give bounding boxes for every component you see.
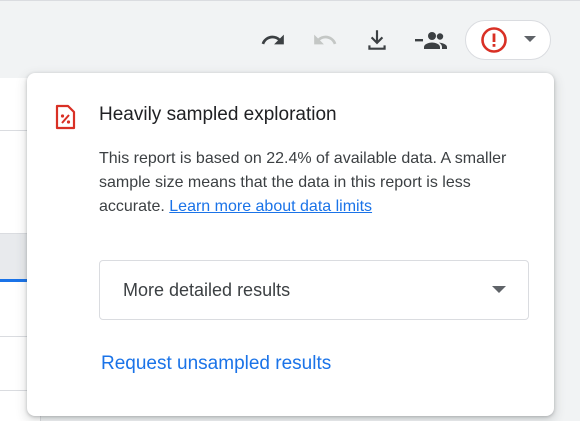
redo-icon [314, 34, 337, 45]
undo-button[interactable] [255, 20, 291, 60]
warning-circle-icon [481, 27, 507, 53]
download-button[interactable] [359, 20, 395, 60]
popover-description: This report is based on 22.4% of availab… [99, 147, 519, 219]
top-border [0, 0, 580, 1]
download-icon [368, 30, 386, 50]
request-unsampled-button[interactable]: Request unsampled results [101, 353, 331, 375]
selected-row-highlight [0, 234, 30, 280]
sampling-info-popover: Heavily sampled exploration This report … [27, 73, 554, 416]
sampled-data-icon [55, 104, 76, 130]
sampling-warning-dropdown[interactable] [465, 20, 551, 60]
dropdown-arrow-icon [492, 286, 506, 293]
undo-icon [261, 34, 284, 45]
share-button[interactable] [411, 20, 451, 60]
selected-row-indicator [0, 279, 30, 282]
caret-down-icon [524, 36, 536, 42]
popover-title: Heavily sampled exploration [99, 104, 337, 125]
results-detail-select[interactable]: More detailed results [99, 260, 529, 320]
select-value: More detailed results [123, 279, 291, 300]
learn-more-link[interactable]: Learn more about data limits [169, 198, 372, 215]
redo-button[interactable] [307, 20, 343, 60]
share-users-icon [415, 32, 447, 49]
